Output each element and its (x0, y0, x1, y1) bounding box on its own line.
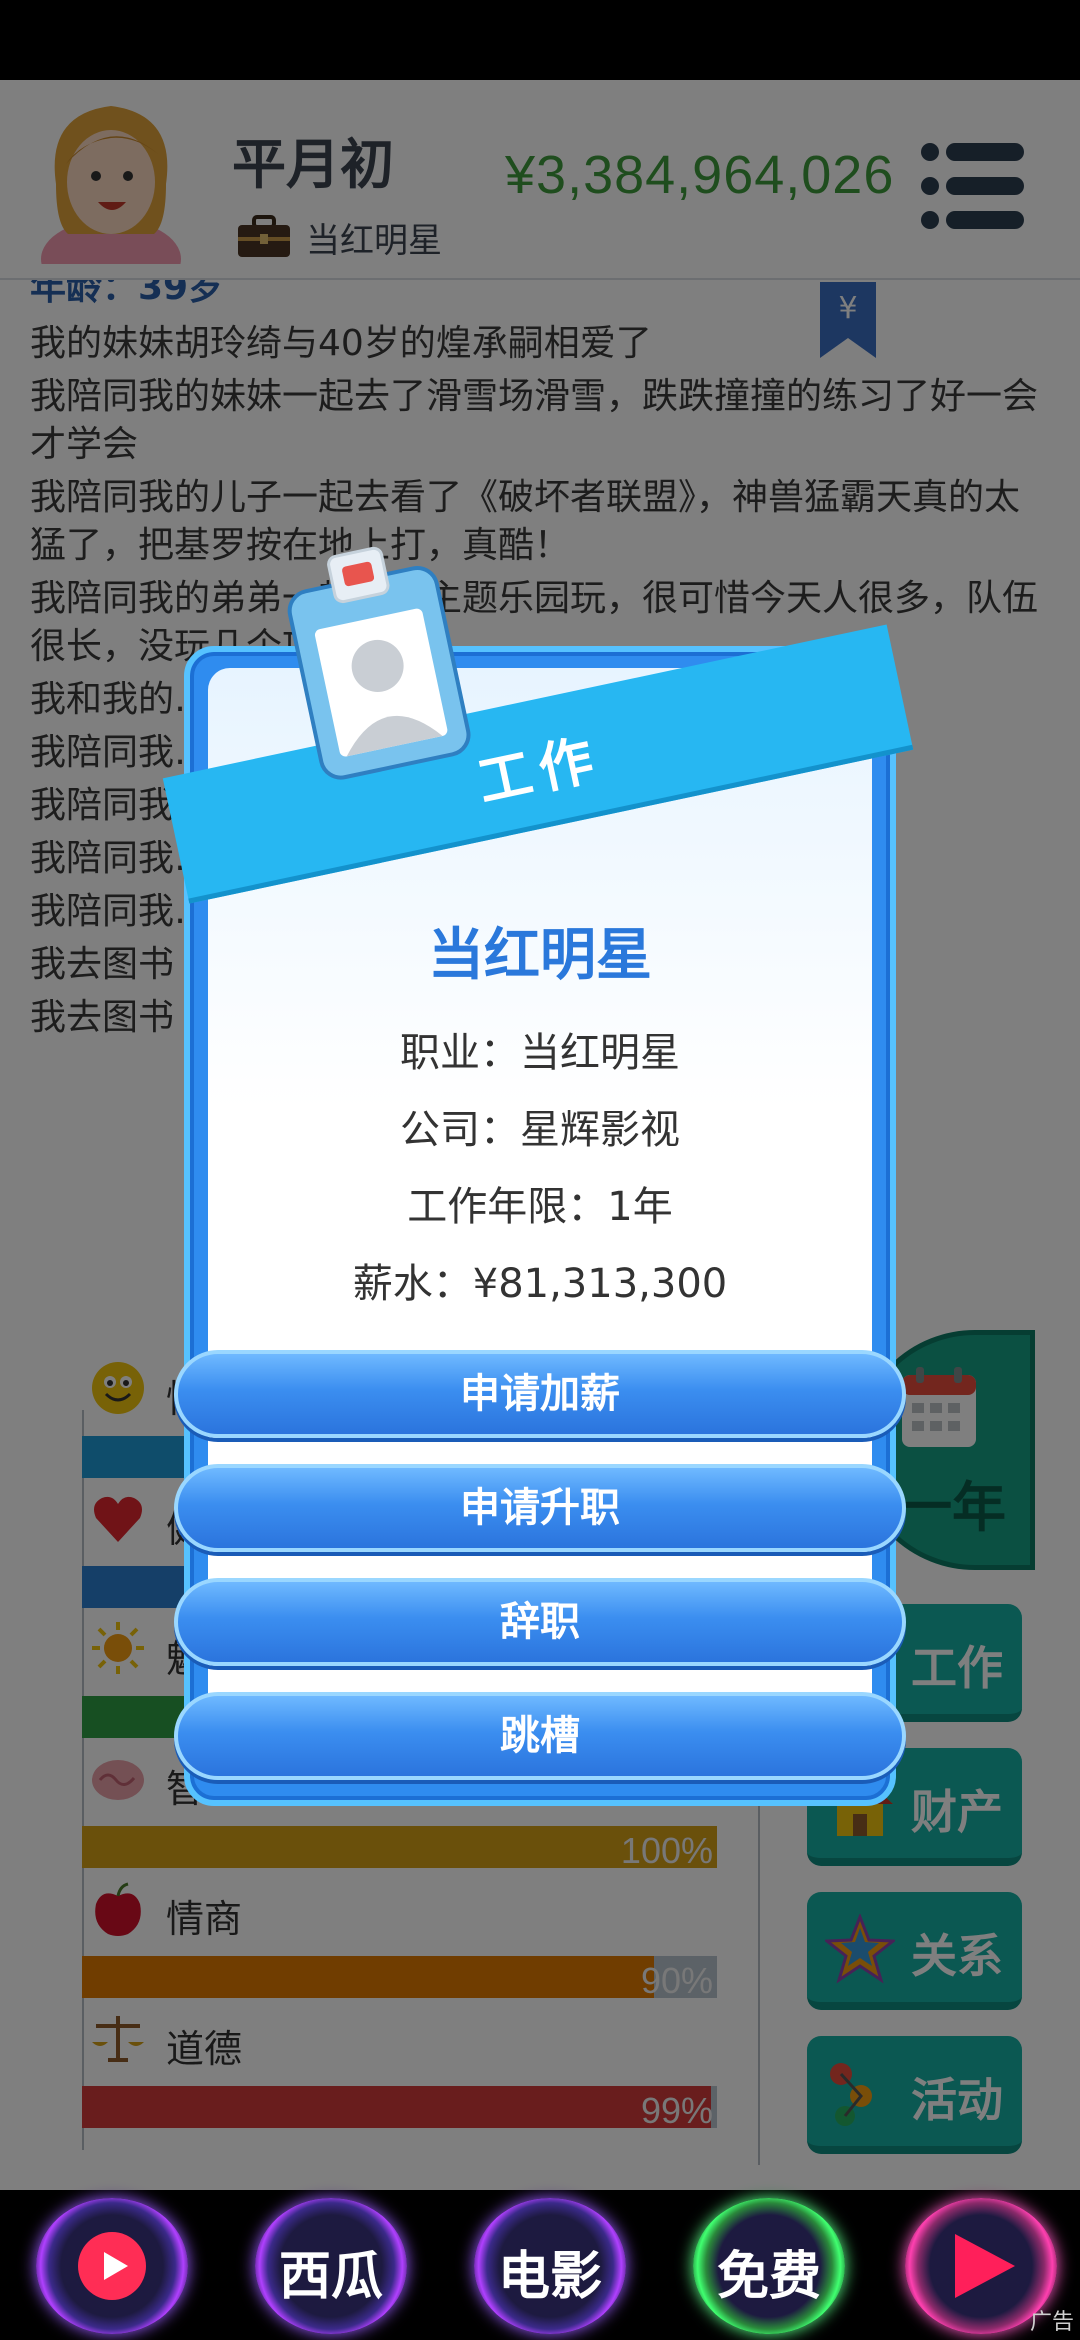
ad-bar: 西瓜 电影 免费 广告 (0, 2190, 1080, 2340)
occupation-text: 职业：当红明星 (400, 1030, 680, 1076)
switch-job-button[interactable]: 跳槽 (174, 1692, 906, 1780)
promotion-button[interactable]: 申请升职 (174, 1464, 906, 1552)
resign-button[interactable]: 辞职 (174, 1578, 906, 1666)
ad-tag: 广告 (1029, 2310, 1074, 2335)
company-text: 公司：星辉影视 (400, 1107, 680, 1153)
ad-app-icon[interactable]: 电影 (474, 2198, 626, 2334)
ad-app-icon[interactable]: 西瓜 (255, 2198, 407, 2334)
salary-text: 薪水：¥81,313,300 (352, 1261, 728, 1307)
play-icon (955, 2234, 1015, 2298)
raise-salary-button[interactable]: 申请加薪 (174, 1350, 906, 1438)
ad-app-icon[interactable]: 免费 (693, 2198, 845, 2334)
switch-job-label: 跳槽 (500, 1713, 580, 1759)
promotion-label: 申请升职 (460, 1485, 620, 1531)
id-badge-icon (287, 546, 471, 780)
resign-label: 辞职 (500, 1599, 580, 1645)
ad-label: 西瓜 (278, 2247, 383, 2307)
ad-app-icon[interactable] (36, 2198, 188, 2334)
work-years-text: 工作年限：1年 (407, 1184, 673, 1230)
dialog-heading: 当红明星 (428, 923, 652, 988)
ad-label: 电影 (497, 2247, 602, 2307)
status-bar (0, 0, 1080, 80)
raise-salary-label: 申请加薪 (460, 1371, 620, 1417)
ad-label: 免费 (716, 2247, 821, 2307)
video-app-icon (78, 2232, 146, 2300)
